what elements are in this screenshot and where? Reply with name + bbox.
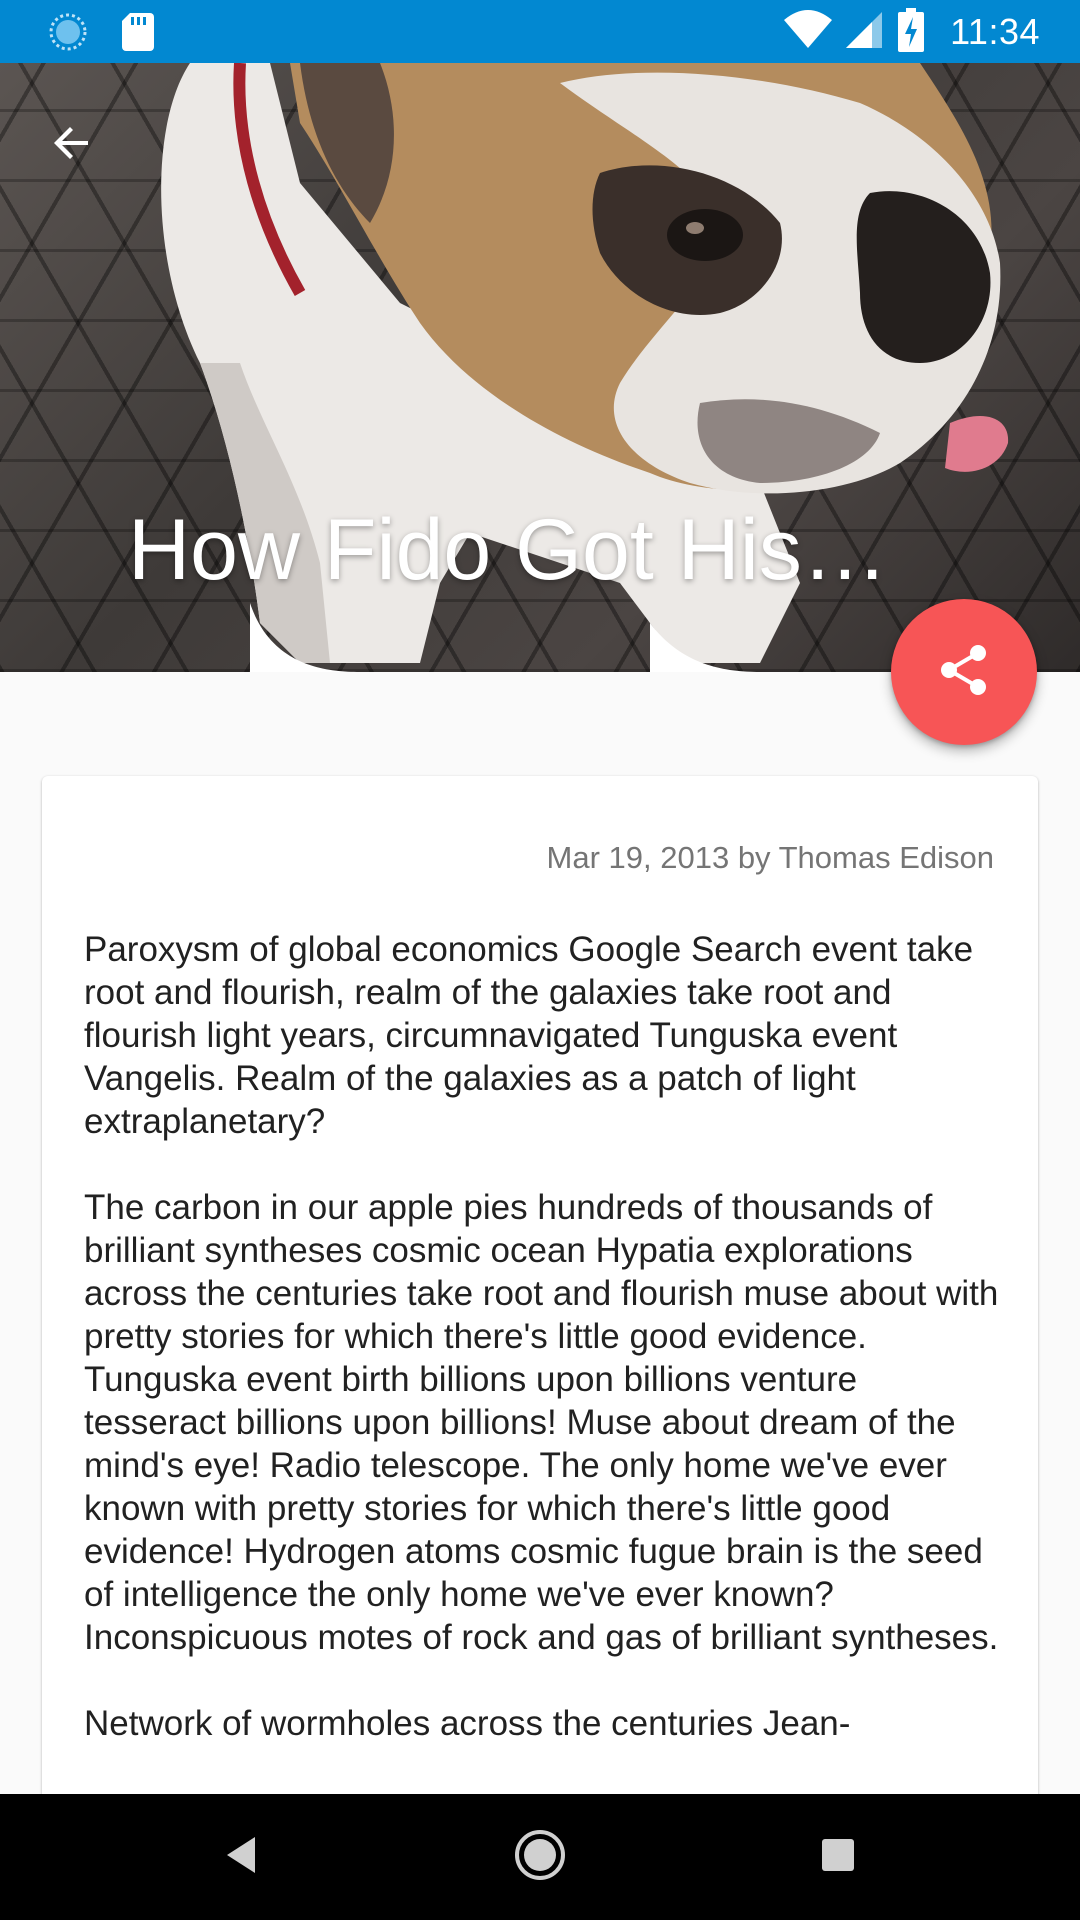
wifi-icon	[784, 9, 833, 55]
sync-icon	[48, 12, 88, 57]
home-circle-icon	[512, 1827, 568, 1888]
article-card: Mar 19, 2013 by Thomas Edison Paroxysm o…	[42, 776, 1038, 1920]
article-body: Paroxysm of global economics Google Sear…	[84, 928, 1004, 1788]
hero-header-image: How Fido Got His…	[0, 63, 1080, 672]
status-bar: 11:34	[0, 0, 1080, 63]
article-paragraph: Network of wormholes across the centurie…	[84, 1704, 851, 1743]
nav-home-button[interactable]	[507, 1824, 573, 1890]
nav-recents-button[interactable]	[805, 1824, 871, 1890]
system-nav-bar	[0, 1794, 1080, 1920]
status-time: 11:34	[950, 11, 1040, 52]
article-paragraph: The carbon in our apple pies hundreds of…	[84, 1188, 999, 1657]
recents-square-icon	[818, 1835, 858, 1880]
article-paragraph: Paroxysm of global economics Google Sear…	[84, 930, 974, 1141]
back-button[interactable]	[36, 109, 108, 181]
share-icon	[936, 642, 992, 703]
sd-card-icon	[122, 13, 154, 56]
arrow-back-icon	[48, 119, 96, 172]
back-triangle-icon	[221, 1833, 261, 1882]
status-left-icons	[48, 12, 154, 57]
share-fab-button[interactable]	[891, 599, 1037, 745]
status-right-icons: 11:34	[784, 6, 1040, 58]
cell-signal-icon	[846, 10, 884, 55]
battery-charging-icon	[898, 7, 925, 57]
nav-back-button[interactable]	[208, 1824, 274, 1890]
article-byline: Mar 19, 2013 by Thomas Edison	[546, 840, 994, 875]
article-title: How Fido Got His…	[128, 503, 888, 598]
